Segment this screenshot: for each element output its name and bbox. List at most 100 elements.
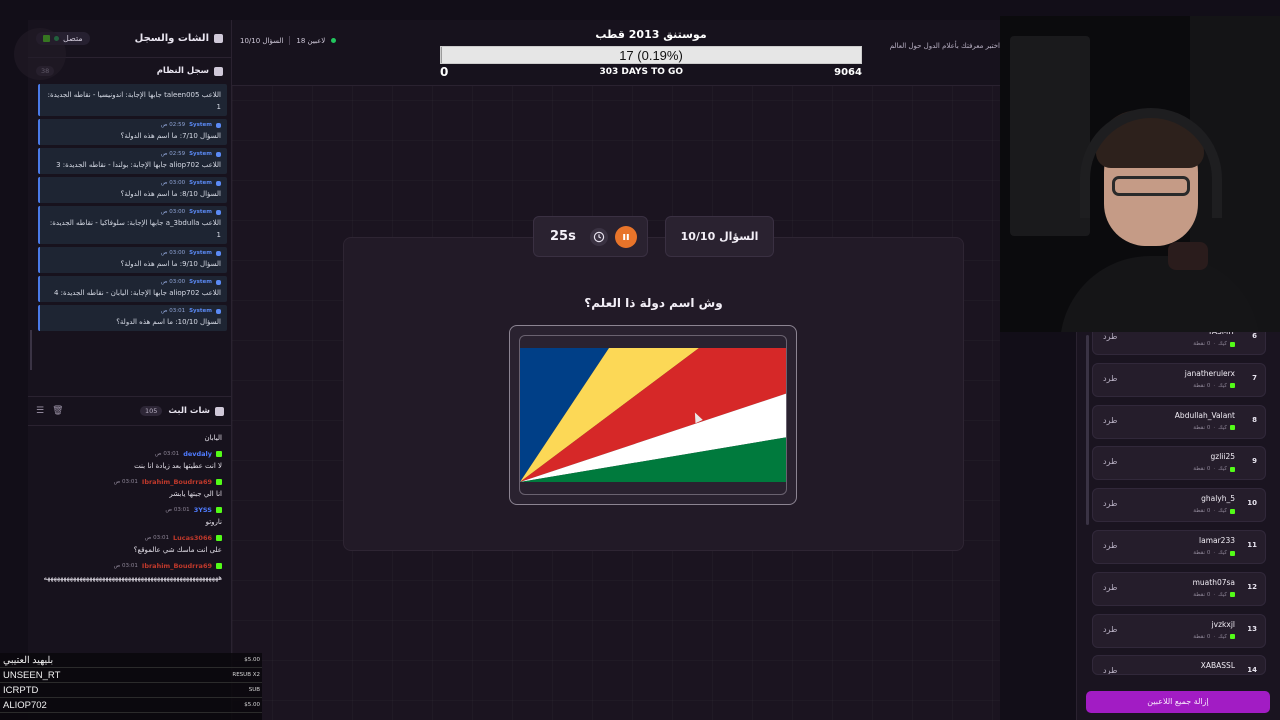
system-log-title: سجل النظام — [157, 66, 223, 76]
player-name: janatherulerx — [1184, 368, 1235, 378]
left-panel-title-text: الشات والسجل — [134, 33, 209, 44]
player-separator: · — [1213, 591, 1216, 598]
chat-username[interactable]: 3YSS — [194, 506, 212, 514]
kick-player-button[interactable]: طرد — [1103, 457, 1117, 466]
kick-player-button[interactable]: طرد — [1103, 583, 1117, 592]
shield-icon — [216, 209, 221, 215]
player-separator: · — [1213, 633, 1216, 640]
system-log-meta: System 03:00 ص — [46, 250, 221, 256]
player-points: 0 نقطة — [1193, 633, 1211, 640]
chat-username[interactable]: Ibrahim_Boudrra69 — [142, 562, 212, 570]
system-log-time: 02:59 ص — [160, 122, 186, 128]
chat-message: اليابان — [38, 432, 222, 444]
goal-days-left: 303 DAYS TO GO — [599, 67, 684, 77]
player-name: Abdullah_Valant — [1174, 410, 1235, 420]
shield-icon — [216, 122, 221, 128]
donation-amount: $5.00 — [244, 657, 260, 663]
chat-message-meta: Ibrahim_Boudrra69 03:01 ص — [38, 562, 222, 570]
trash-icon[interactable]: 🗑 — [52, 406, 63, 416]
system-log-meta: System 03:00 ص — [46, 209, 221, 215]
system-log-text: اللاعب a_3bdulla جابها الإجابة: سلوفاكيا… — [49, 219, 221, 239]
system-log-text: اللاعب taleen005 جابها الإجابة: اندونيسي… — [47, 91, 221, 111]
stream-chat-list[interactable]: اليابان devdaly 03:01 ص لا انت عطيتها بعد ز… — [28, 430, 232, 590]
kick-player-button[interactable]: طرد — [1103, 625, 1117, 634]
stream-chat-title-group: 105 شات البث — [139, 406, 224, 416]
shield-icon — [216, 250, 221, 256]
player-name: XABASSL — [1200, 661, 1235, 671]
player-points: 0 نقطة — [1193, 424, 1211, 431]
player-separator: · — [1213, 382, 1216, 389]
log-icon — [214, 66, 223, 76]
chat-message-meta: 3YSS 03:01 ص — [38, 506, 222, 514]
goal-footer: 0 303 DAYS TO GO 9064 — [440, 64, 862, 80]
game-status: السؤال 10/10 18 لاعبين — [240, 36, 337, 45]
player-name: ghalyh_5 — [1201, 494, 1235, 504]
kick-badge-icon — [216, 451, 222, 457]
player-separator: · — [1213, 466, 1216, 473]
kick-icon — [1230, 550, 1235, 556]
donor-name: ALIOP702 — [3, 699, 47, 711]
chat-username[interactable]: devdaly — [183, 450, 212, 458]
chat-message-text: اليابان — [204, 434, 222, 442]
system-log-item: System 03:01 ص السؤال 10/10: ما اسم هذه ال… — [38, 305, 227, 331]
stream-chat-title-text: شات البث — [168, 406, 210, 416]
kick-icon — [1230, 634, 1235, 640]
kick-badge-icon — [216, 535, 222, 541]
chat-username[interactable]: Ibrahim_Boudrra69 — [142, 478, 212, 486]
kick-player-button[interactable]: طرد — [1103, 416, 1117, 425]
question-badge: السؤال 10/10 — [665, 216, 774, 257]
chat-bubble-icon — [215, 406, 224, 416]
system-log-meta: System 02:59 ص — [46, 151, 221, 157]
left-scrollbar[interactable] — [30, 330, 32, 370]
system-log-list[interactable]: اللاعب taleen005 جابها الإجابة: اندونيسي… — [28, 84, 231, 382]
shield-icon — [216, 151, 221, 157]
webcam-overlay — [1000, 16, 1280, 332]
filter-icon[interactable]: ☰ — [36, 406, 44, 416]
chat-message-text: على انت ماسك شي عالموقع؟ — [133, 546, 222, 554]
player-points: 0 نقطة — [1193, 341, 1211, 347]
chat-time: 03:01 ص — [113, 479, 138, 485]
kick-player-button[interactable]: طرد — [1103, 666, 1117, 674]
webcam-background-light — [1010, 36, 1090, 236]
chat-tools: ☰ 🗑 — [36, 406, 64, 416]
donation-row: ICRPTD SUB — [0, 683, 262, 698]
player-count: 18 لاعبين — [296, 36, 326, 45]
player-separator: · — [1213, 508, 1216, 515]
player-rank: 13 — [1247, 624, 1257, 633]
right-scrollbar[interactable] — [1086, 335, 1089, 525]
pause-button[interactable] — [615, 225, 637, 248]
player-card: طرد 7 janatherulerx كيك · 0 نقطة — [1092, 362, 1266, 397]
divider — [289, 36, 291, 45]
player-score: كيك · 0 نقطة — [1193, 341, 1235, 347]
system-log-user: System — [189, 180, 212, 186]
overlay-circle — [14, 28, 66, 80]
player-score: كيك · 0 نقطة — [1193, 508, 1235, 514]
chat-message: Lucas3066 03:01 ص على انت ماسك شي عالموقع؟ — [38, 534, 222, 556]
player-separator: · — [1213, 341, 1216, 347]
timer-icons — [590, 225, 637, 248]
donor-name: UNSEEN_RT — [3, 669, 61, 681]
player-separator: · — [1213, 424, 1216, 431]
kick-player-button[interactable]: طرد — [1103, 374, 1117, 383]
player-name: muath07sa — [1192, 577, 1235, 587]
question-counter: السؤال 10/10 — [240, 36, 284, 45]
donation-row: ALIOP702 $5.00 — [0, 698, 262, 713]
shield-icon — [216, 308, 221, 314]
donation-amount: $5.00 — [244, 702, 260, 708]
chat-message: Ibrahim_Boudrra69 03:01 ص انا الي جبتها يا… — [38, 478, 222, 500]
system-log-text: السؤال 7/10: ما اسم هذه الدولة؟ — [120, 132, 221, 140]
system-log-meta: System 03:01 ص — [46, 308, 221, 314]
kick-player-button[interactable]: طرد — [1103, 541, 1117, 550]
chat-message-text: انا الي جبتها يابشر — [169, 490, 222, 498]
player-separator: · — [1213, 550, 1216, 556]
system-log-item: System 03:00 ص اللاعب aliop702 جابها الإجا… — [38, 276, 227, 302]
kick-player-button[interactable]: طرد — [1103, 499, 1117, 508]
shield-icon — [216, 279, 221, 285]
kick-player-button[interactable]: طرد — [1103, 332, 1117, 341]
system-log-item: System 03:00 ص السؤال 8/10: ما اسم هذه الد… — [38, 177, 227, 203]
donation-amount: RESUB X2 — [232, 672, 260, 678]
system-log-time: 03:01 ص — [160, 308, 186, 314]
player-card: طرد 9 gzlii25 كيك · 0 نقطة — [1092, 446, 1266, 481]
remove-all-players-button[interactable]: إزالة جميع اللاعبين — [1086, 691, 1270, 713]
chat-username[interactable]: Lucas3066 — [173, 534, 212, 542]
